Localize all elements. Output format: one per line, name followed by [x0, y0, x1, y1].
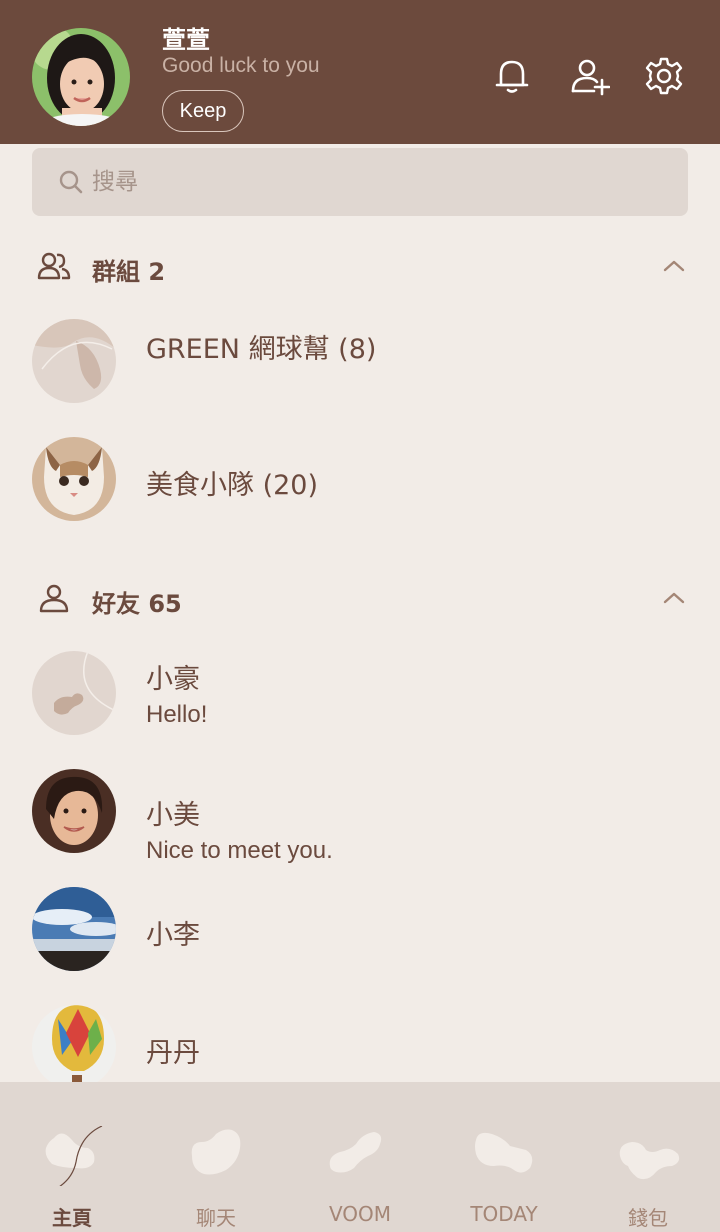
- keep-button[interactable]: Keep: [162, 90, 244, 132]
- tab-label: VOOM: [328, 1202, 392, 1226]
- profile-name: 萱萱: [162, 27, 210, 54]
- search-icon: [59, 170, 83, 194]
- group-avatar: [32, 437, 116, 521]
- bottom-navigation: 主頁 聊天 VOOM TODAY 錢包: [0, 1082, 720, 1232]
- friend-row[interactable]: 小李: [0, 887, 720, 1005]
- today-icon: [475, 1132, 533, 1173]
- friend-avatar: [32, 651, 116, 735]
- add-friend-icon[interactable]: [570, 56, 611, 96]
- friend-name: 小豪: [146, 664, 200, 695]
- friend-avatar: [32, 887, 116, 971]
- person-icon: [39, 584, 69, 613]
- friends-section-title: 好友 65: [92, 590, 182, 618]
- tab-label: 主頁: [52, 1206, 92, 1230]
- chevron-up-icon[interactable]: [660, 254, 688, 278]
- search-bar[interactable]: [32, 148, 688, 216]
- groups-section-header[interactable]: 群組 2: [0, 236, 720, 296]
- my-avatar[interactable]: [32, 28, 130, 126]
- friend-status-message: Hello!: [146, 701, 208, 728]
- friend-name: 小美: [146, 800, 200, 831]
- friend-name: 小李: [146, 920, 200, 951]
- home-icon: [45, 1126, 103, 1186]
- wallet-icon: [619, 1142, 680, 1180]
- friend-avatar: [32, 1005, 116, 1089]
- tab-voom[interactable]: VOOM: [288, 1082, 432, 1232]
- group-icon: [37, 252, 71, 280]
- friends-section-header[interactable]: 好友 65: [0, 568, 720, 628]
- chats-icon: [191, 1129, 241, 1175]
- group-name: 美食小隊 (20): [146, 470, 319, 501]
- friend-name: 丹丹: [146, 1038, 200, 1069]
- friend-status-message: Nice to meet you.: [146, 837, 333, 864]
- profile-status-message: Good luck to you: [162, 54, 320, 77]
- tab-home[interactable]: 主頁: [0, 1082, 144, 1232]
- friend-row[interactable]: 小美 Nice to meet you.: [0, 769, 720, 887]
- tab-wallet[interactable]: 錢包: [576, 1082, 720, 1232]
- chevron-up-icon[interactable]: [660, 586, 688, 610]
- bell-icon[interactable]: [492, 56, 532, 96]
- group-avatar: [32, 319, 116, 403]
- voom-icon: [329, 1132, 382, 1173]
- tab-label: TODAY: [470, 1202, 538, 1226]
- group-row[interactable]: 美食小隊 (20): [0, 437, 720, 555]
- tab-today[interactable]: TODAY: [432, 1082, 576, 1232]
- search-input[interactable]: [92, 148, 652, 216]
- tab-label: 錢包: [628, 1206, 668, 1230]
- friend-avatar: [32, 769, 116, 853]
- tab-label: 聊天: [196, 1206, 236, 1230]
- tab-chats[interactable]: 聊天: [144, 1082, 288, 1232]
- group-name: GREEN 網球幫 (8): [146, 334, 377, 365]
- groups-section-title: 群組 2: [92, 258, 166, 286]
- profile-header: 萱萱 Good luck to you Keep: [0, 0, 720, 144]
- friend-row[interactable]: 小豪 Hello!: [0, 651, 720, 769]
- gear-icon[interactable]: [644, 56, 684, 96]
- group-row[interactable]: GREEN 網球幫 (8): [0, 319, 720, 437]
